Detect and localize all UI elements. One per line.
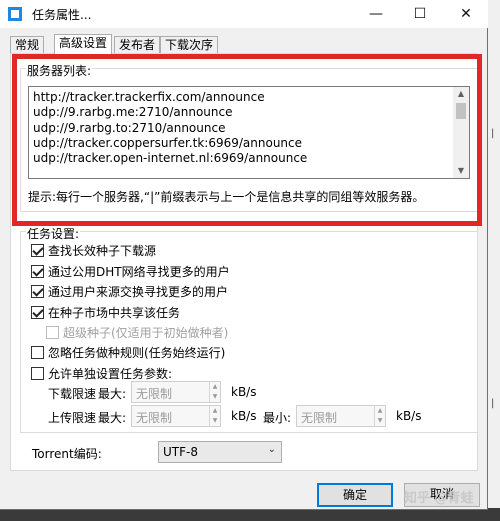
spin-down-icon[interactable]: ▼ (375, 416, 385, 426)
server-line: udp://tracker.coppersurfer.tk:6969/annou… (33, 136, 303, 150)
spinner-buttons[interactable]: ▲ ▼ (209, 406, 220, 426)
checkbox[interactable] (31, 366, 44, 380)
server-line: http://tracker.trackerfix.com/announce (33, 90, 265, 104)
spin-up-icon[interactable]: ▲ (375, 406, 385, 416)
tab-download-order[interactable]: 下载次序 (160, 36, 219, 54)
upload-max-label: 最大: (98, 411, 127, 425)
option-label: 超级种子(仅适用于初始做种者) (63, 325, 229, 340)
upload-min-unit: kB/s (396, 409, 422, 423)
option-label: 忽略任务做种规则(任务始终运行) (48, 345, 226, 360)
option-label: 通过用户来源交换寻找更多的用户 (48, 284, 229, 299)
download-limit-label: 下载限速 (48, 387, 97, 401)
checkbox[interactable] (31, 243, 44, 257)
option-label: 允许单独设置任务参数: (48, 366, 173, 381)
checkbox[interactable] (31, 284, 44, 298)
encoding-label: Torrent编码: (32, 447, 102, 461)
option-ignore-seed-rules[interactable]: 忽略任务做种规则(任务始终运行) (31, 344, 225, 360)
download-max-label: 最大: (98, 387, 127, 401)
spinner-value: 无限制 (136, 387, 173, 401)
ok-button[interactable]: 确定 (317, 483, 393, 507)
spin-up-icon[interactable]: ▲ (210, 382, 220, 392)
background-window-edge: | | (486, 0, 500, 521)
background-marker: | (491, 398, 495, 409)
spin-down-icon[interactable]: ▼ (210, 416, 220, 426)
scroll-down-icon[interactable]: ▼ (453, 164, 469, 178)
spin-down-icon[interactable]: ▼ (210, 392, 220, 402)
server-list-textarea[interactable]: http://tracker.trackerfix.com/announce u… (28, 86, 470, 179)
download-max-spinner[interactable]: 无限制 ▲ ▼ (131, 381, 221, 403)
encoding-value: UTF-8 (163, 445, 198, 459)
minimize-button[interactable]: — (356, 0, 396, 28)
option-share-market[interactable]: 在种子市场中共享该任务 (31, 304, 180, 320)
spin-up-icon[interactable]: ▲ (210, 406, 220, 416)
option-find-long-seeds[interactable]: 查找长效种子下载源 (31, 242, 156, 258)
task-settings-group-label: 任务设置: (26, 225, 81, 242)
option-per-task-params[interactable]: 允许单独设置任务参数: (31, 365, 172, 381)
option-label: 通过公用DHT网络寻找更多的用户 (48, 264, 230, 279)
task-properties-dialog: 任务属性... — ☐ ✕ 常规 高级设置 发布者 下载次序 服务器列表: ht… (0, 0, 488, 510)
title-bar[interactable]: 任务属性... — ☐ ✕ (0, 0, 488, 28)
tab-advanced[interactable]: 高级设置 (54, 34, 113, 55)
tab-general[interactable]: 常规 (10, 36, 45, 54)
checkbox (46, 325, 59, 339)
option-peer-exchange[interactable]: 通过用户来源交换寻找更多的用户 (31, 283, 228, 299)
server-line: udp://tracker.open-internet.nl:6969/anno… (33, 151, 308, 165)
option-label: 在种子市场中共享该任务 (48, 305, 181, 320)
server-line: udp://9.rarbg.to:2710/announce (33, 121, 226, 135)
scroll-up-icon[interactable]: ▲ (453, 87, 469, 101)
spinner-value: 无限制 (301, 411, 338, 425)
close-button[interactable]: ✕ (446, 0, 486, 28)
option-label: 查找长效种子下载源 (48, 243, 157, 258)
upload-min-label: 最小: (263, 411, 292, 425)
option-super-seed: 超级种子(仅适用于初始做种者) (46, 324, 228, 340)
checkbox[interactable] (31, 345, 44, 359)
watermark: 知乎 @青蛙 (404, 491, 474, 506)
upload-max-spinner[interactable]: 无限制 ▲ ▼ (131, 405, 221, 427)
spinner-value: 无限制 (136, 411, 173, 425)
server-list-hint: 提示:每行一个服务器,“|”前缀表示与上一个是信息共享的同组等效服务器。 (28, 190, 425, 204)
server-line: udp://9.rarbg.me:2710/announce (33, 105, 233, 119)
spinner-buttons[interactable]: ▲ ▼ (374, 406, 385, 426)
background-marker: | (491, 128, 495, 139)
upload-min-spinner[interactable]: 无限制 ▲ ▼ (296, 405, 386, 427)
window-title: 任务属性... (32, 8, 92, 22)
encoding-select[interactable]: UTF-8 ⌄ (158, 441, 282, 463)
server-list-scrollbar[interactable]: ▲ ▼ (453, 87, 469, 178)
scroll-thumb[interactable] (456, 103, 466, 119)
upload-max-unit: kB/s (231, 409, 257, 423)
checkbox[interactable] (31, 305, 44, 319)
spinner-buttons[interactable]: ▲ ▼ (209, 382, 220, 402)
servers-group-label: 服务器列表: (26, 62, 93, 79)
tab-publisher[interactable]: 发布者 (114, 36, 161, 54)
checkbox[interactable] (31, 264, 44, 278)
app-icon (8, 7, 22, 21)
option-dht-network[interactable]: 通过公用DHT网络寻找更多的用户 (31, 263, 230, 279)
chevron-down-icon: ⌄ (267, 444, 276, 455)
download-max-unit: kB/s (231, 385, 257, 399)
maximize-button[interactable]: ☐ (400, 0, 440, 28)
upload-limit-label: 上传限速 (48, 411, 97, 425)
